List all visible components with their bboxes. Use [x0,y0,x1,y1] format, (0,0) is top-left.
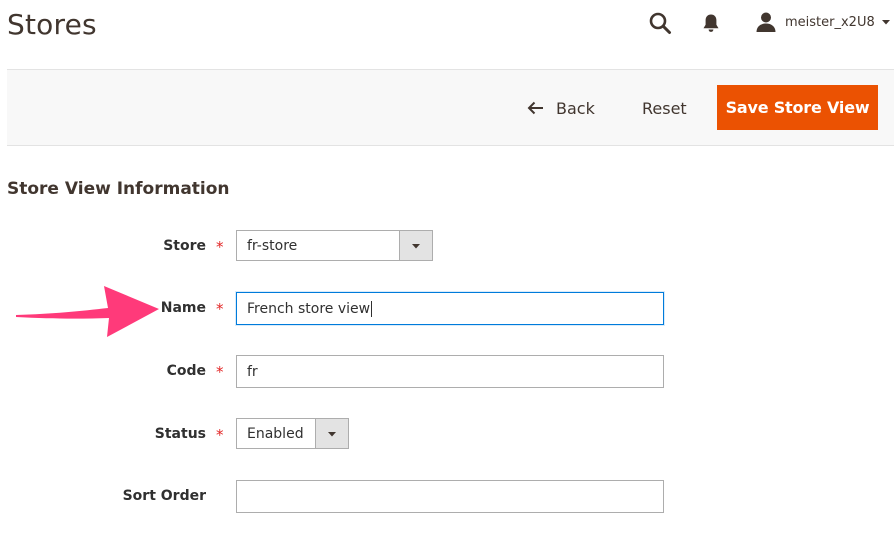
name-input[interactable]: French store view [236,292,664,325]
status-required-mark: * [216,426,224,444]
status-label: Status [154,426,206,442]
status-select[interactable]: Enabled [236,418,349,449]
sort-order-input[interactable] [236,480,664,513]
store-label: Store [163,238,206,254]
chevron-down-icon [412,243,420,248]
back-label: Back [556,98,595,118]
store-required-mark: * [216,238,224,256]
code-input-value: fr [247,363,258,380]
section-title: Store View Information [7,179,230,199]
text-cursor [371,300,373,317]
bell-icon[interactable] [700,12,722,34]
back-button[interactable]: Back [527,90,595,126]
reset-button[interactable]: Reset [642,90,687,126]
code-label: Code [166,363,206,379]
page-title: Stores [7,8,97,41]
name-input-value: French store view [247,300,371,317]
chevron-down-icon [328,431,336,436]
back-arrow-icon [527,101,543,115]
name-label: Name [160,300,206,316]
status-select-value: Enabled [247,425,304,442]
caret-down-icon [881,20,890,25]
name-required-mark: * [216,300,224,318]
code-input[interactable]: fr [236,355,664,388]
page-actions-bar: Back Reset Save Store View [7,69,894,146]
store-select-arrow[interactable] [399,231,432,260]
annotation-arrow-icon [16,286,159,337]
status-select-arrow[interactable] [315,419,348,448]
search-icon[interactable] [648,11,672,35]
user-icon [756,12,776,32]
user-name: meister_x2U8 [785,14,875,30]
store-select-value: fr-store [247,237,298,254]
user-menu[interactable]: meister_x2U8 [755,9,891,35]
code-required-mark: * [216,363,224,381]
sort-order-label: Sort Order [122,488,206,504]
store-select[interactable]: fr-store [236,230,433,261]
save-store-view-button[interactable]: Save Store View [717,85,878,130]
